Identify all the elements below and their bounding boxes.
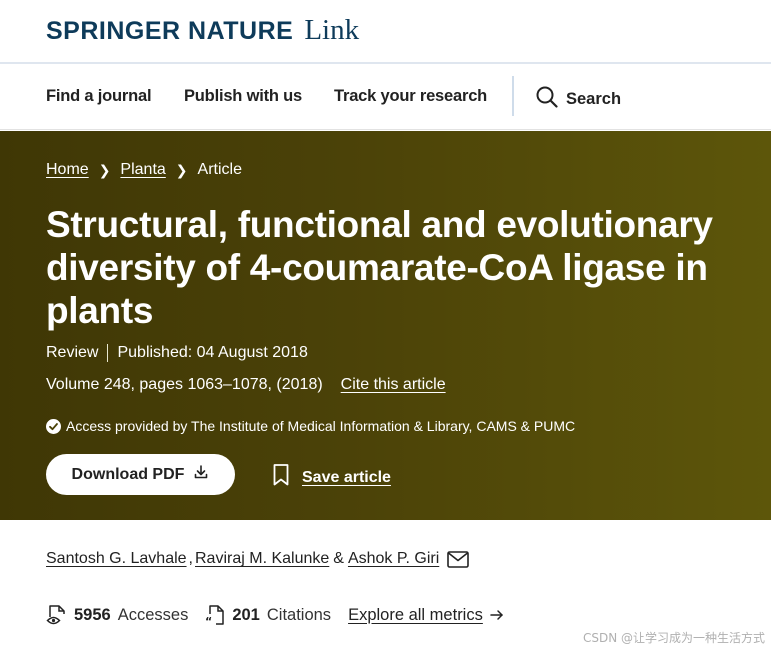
- nav-find-journal[interactable]: Find a journal: [46, 87, 152, 106]
- search-label: Search: [566, 90, 622, 108]
- save-article-button[interactable]: Save article: [272, 463, 391, 492]
- article-title: Structural, functional and evolutionary …: [46, 204, 713, 331]
- article-type: Review: [46, 344, 99, 361]
- download-pdf-button[interactable]: Download PDF: [46, 454, 235, 495]
- main-nav: Find a journal Publish with us Track you…: [0, 64, 771, 130]
- cite-article-link[interactable]: Cite this article: [341, 376, 446, 394]
- access-notice: Access provided by The Institute of Medi…: [46, 418, 575, 434]
- published-date: Published: 04 August 2018: [117, 344, 308, 361]
- volume-info: Volume 248, pages 1063–1078, (2018): [46, 376, 323, 393]
- brand-logo[interactable]: SPRINGER NATURE Link: [46, 14, 359, 47]
- brand-name: SPRINGER NATURE: [46, 17, 294, 45]
- nav-publish-with-us[interactable]: Publish with us: [184, 87, 302, 106]
- search-icon: [536, 86, 558, 113]
- watermark: CSDN @让学习成为一种生活方式: [582, 631, 765, 645]
- meta-divider: [107, 344, 109, 362]
- breadcrumb-home[interactable]: Home: [46, 161, 89, 179]
- chevron-right-icon: ❯: [98, 161, 111, 178]
- chevron-right-icon: ❯: [175, 161, 188, 178]
- download-icon: [193, 464, 209, 485]
- article-metrics: 5956 Accesses “ 201 Citations Explore al…: [46, 604, 504, 626]
- bookmark-icon: [272, 463, 290, 492]
- citations-label: Citations: [266, 605, 332, 624]
- author-separator: &: [333, 550, 344, 567]
- eye-document-icon: [46, 604, 68, 626]
- nav-divider: [512, 76, 514, 116]
- save-article-label: Save article: [302, 468, 391, 486]
- svg-text:“: “: [205, 615, 212, 626]
- author-separator: ,: [188, 550, 193, 567]
- quote-document-icon: “: [204, 604, 226, 626]
- breadcrumb: Home ❯ Planta ❯ Article: [46, 161, 242, 179]
- arrow-right-icon: [490, 609, 504, 621]
- mail-icon[interactable]: [447, 550, 470, 568]
- article-meta: Review Published: 04 August 2018: [46, 344, 308, 362]
- author-link[interactable]: Ashok P. Giri: [348, 550, 439, 568]
- search-button[interactable]: Search: [536, 86, 621, 113]
- author-link[interactable]: Santosh G. Lavhale: [46, 550, 187, 568]
- nav-track-research[interactable]: Track your research: [334, 87, 487, 106]
- explore-metrics-link[interactable]: Explore all metrics: [348, 606, 483, 625]
- top-bar: SPRINGER NATURE Link: [0, 0, 771, 64]
- breadcrumb-journal[interactable]: Planta: [120, 161, 165, 179]
- download-pdf-label: Download PDF: [71, 465, 185, 483]
- brand-link-wordmark: Link: [304, 14, 360, 46]
- article-header: Home ❯ Planta ❯ Article Structural, func…: [0, 131, 771, 520]
- access-text: Access provided by The Institute of Medi…: [66, 418, 576, 434]
- check-circle-icon: [46, 418, 61, 434]
- author-list: Santosh G. Lavhale , Raviraj M. Kalunke …: [46, 550, 470, 568]
- breadcrumb-current: Article: [197, 161, 242, 178]
- author-link[interactable]: Raviraj M. Kalunke: [195, 550, 329, 568]
- accesses-count: 5956: [74, 605, 111, 624]
- citations-count: 201: [232, 605, 260, 624]
- article-volume-row: Volume 248, pages 1063–1078, (2018) Cite…: [46, 376, 446, 394]
- accesses-label: Accesses: [117, 605, 189, 624]
